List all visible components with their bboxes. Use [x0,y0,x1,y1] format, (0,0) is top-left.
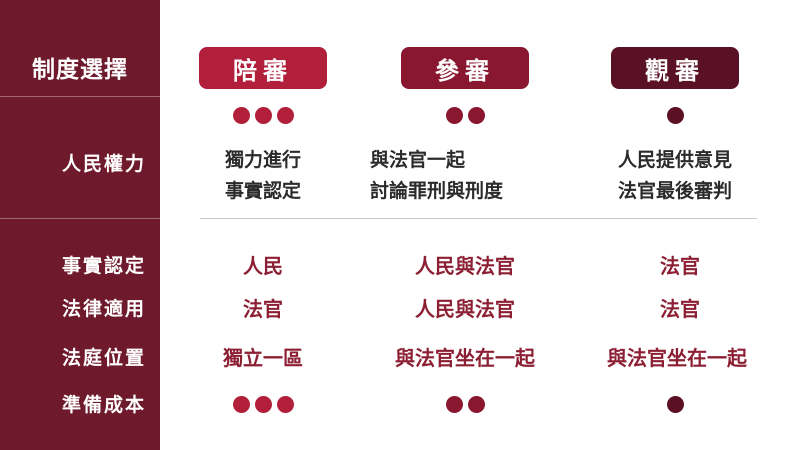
level-dots-jury [233,107,294,124]
level-dots-observer [667,107,684,124]
power-desc-line: 討論罪刑與刑度 [370,180,504,202]
cost-dot [468,396,485,413]
law-application-observer: 法官 [660,297,700,321]
row-label-people-power: 人民權力 [61,153,146,175]
cost-dots-jury [233,396,294,413]
cost-dot [667,396,684,413]
row-label-fact-finding: 事實認定 [61,255,146,277]
cost-dots-mixed-tribunal [446,396,485,413]
law-application-mixed-tribunal: 人民與法官 [415,297,515,321]
sidebar-title: 制度選擇 [32,57,128,83]
power-desc-line: 獨力進行 [224,149,301,171]
fact-finding-mixed-tribunal: 人民與法官 [415,254,515,278]
law-application-jury: 法官 [243,297,283,321]
power-desc-line: 人民提供意見 [617,149,732,171]
row-label-court-position: 法庭位置 [61,347,146,369]
sidebar-divider [0,218,160,219]
row-label-law-application: 法律適用 [61,298,146,320]
court-position-mixed-tribunal: 與法官坐在一起 [395,346,535,370]
level-dot [233,107,250,124]
sidebar-divider [0,96,160,97]
cost-dot [255,396,272,413]
level-dot [446,107,463,124]
cost-dot [446,396,463,413]
power-desc-observer: 人民提供意見 法官最後審判 [590,145,760,207]
level-dot [277,107,294,124]
cost-dots-observer [667,396,684,413]
level-dots-mixed-tribunal [446,107,485,124]
power-desc-line: 法官最後審判 [617,180,732,202]
fact-finding-observer: 法官 [660,254,700,278]
header-jury: 陪審 [199,47,327,89]
power-desc-line: 與法官一起 [370,149,466,171]
header-observer: 觀審 [611,47,739,89]
sidebar: 制度選擇 人民權力 事實認定 法律適用 法庭位置 準備成本 [0,0,160,450]
fact-finding-jury: 人民 [243,254,283,278]
level-dot [468,107,485,124]
section-divider [200,218,757,219]
header-mixed-tribunal: 參審 [401,47,529,89]
power-desc-jury: 獨力進行 事實認定 [190,145,336,207]
cost-dot [233,396,250,413]
court-position-jury: 獨立一區 [223,346,303,370]
power-desc-mixed-tribunal: 與法官一起 討論罪刑與刑度 [370,145,560,207]
level-dot [667,107,684,124]
court-position-observer: 與法官坐在一起 [607,346,747,370]
power-desc-line: 事實認定 [224,180,301,202]
row-label-preparation-cost: 準備成本 [61,394,146,416]
level-dot [255,107,272,124]
cost-dot [277,396,294,413]
